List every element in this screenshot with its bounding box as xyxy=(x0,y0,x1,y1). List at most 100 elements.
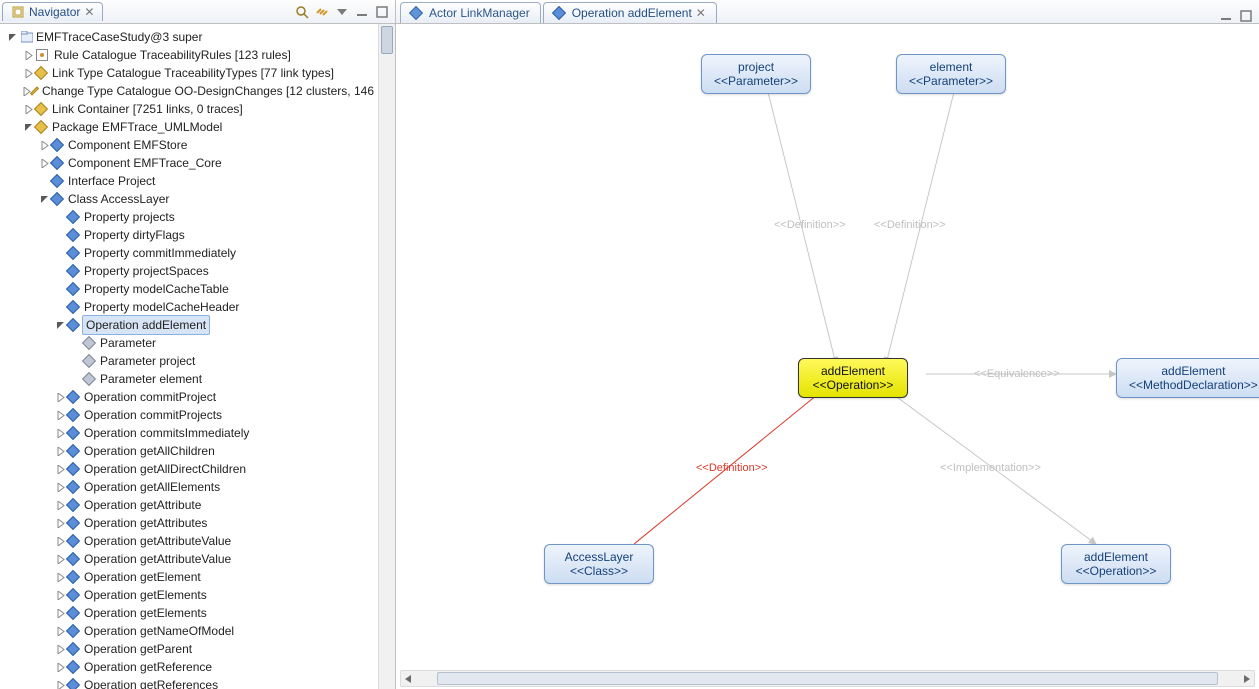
tree-twisty-open[interactable] xyxy=(54,319,66,331)
close-icon[interactable]: ✕ xyxy=(696,6,706,20)
tree-item[interactable]: Link Container [7251 links, 0 traces] xyxy=(2,100,376,118)
diamond-icon xyxy=(66,264,80,278)
tree-twisty-closed[interactable] xyxy=(54,427,66,439)
tree-twisty-closed[interactable] xyxy=(54,571,66,583)
zoom-icon[interactable] xyxy=(295,5,309,19)
tree-item-label: Operation getAllDirectChildren xyxy=(82,460,248,478)
tree-item[interactable]: Operation addElement xyxy=(2,316,376,334)
diamond-icon xyxy=(66,552,80,566)
tree-item[interactable]: Package EMFTrace_UMLModel xyxy=(2,118,376,136)
node-element-parameter[interactable]: element <<Parameter>> xyxy=(896,54,1006,94)
tree-twisty-closed[interactable] xyxy=(22,67,34,79)
tree-twisty-closed[interactable] xyxy=(54,481,66,493)
tree-item-label: Property dirtyFlags xyxy=(82,226,187,244)
tree-twisty-closed[interactable] xyxy=(54,409,66,421)
tree-twisty-open[interactable] xyxy=(38,193,50,205)
tree-item[interactable]: Property modelCacheTable xyxy=(2,280,376,298)
tree-twisty-closed[interactable] xyxy=(54,391,66,403)
tree-item[interactable]: Change Type Catalogue OO-DesignChanges [… xyxy=(2,82,376,100)
tree-item[interactable]: Operation getAttributeValue xyxy=(2,532,376,550)
minimize-icon[interactable] xyxy=(355,5,369,19)
scroll-left-button[interactable] xyxy=(401,671,417,686)
tree-item[interactable]: Link Type Catalogue TraceabilityTypes [7… xyxy=(2,64,376,82)
scrollbar-thumb[interactable] xyxy=(437,672,1218,685)
tree-twisty-closed[interactable] xyxy=(22,103,34,115)
tree-item[interactable]: Operation getElement xyxy=(2,568,376,586)
tree-item[interactable]: Operation getElements xyxy=(2,586,376,604)
tree-item[interactable]: Operation getReference xyxy=(2,658,376,676)
tree-item[interactable]: Property projects xyxy=(2,208,376,226)
tree-twisty-closed[interactable] xyxy=(54,445,66,457)
tree-item[interactable]: Operation commitsImmediately xyxy=(2,424,376,442)
edge-label-definition: <<Definition>> xyxy=(874,219,946,231)
navigator-icon xyxy=(11,5,25,19)
maximize-icon[interactable] xyxy=(1239,9,1253,23)
minimize-icon[interactable] xyxy=(1219,9,1233,23)
tree-twisty-closed[interactable] xyxy=(22,85,31,97)
tree-item-label: Operation getElements xyxy=(82,604,209,622)
maximize-icon[interactable] xyxy=(375,5,389,19)
tree-item[interactable]: Component EMFStore xyxy=(2,136,376,154)
navigator-vscrollbar[interactable] xyxy=(378,24,395,689)
tree-twisty-closed[interactable] xyxy=(54,517,66,529)
tab-actor-linkmanager[interactable]: Actor LinkManager xyxy=(400,2,541,23)
tree-item[interactable]: Parameter xyxy=(2,334,376,352)
node-addelement-operation-selected[interactable]: addElement <<Operation>> xyxy=(798,358,908,398)
tree-item[interactable]: Operation commitProjects xyxy=(2,406,376,424)
scroll-track[interactable] xyxy=(417,671,1238,686)
tree-item-label: Operation getNameOfModel xyxy=(82,622,236,640)
tree-item[interactable]: Operation commitProject xyxy=(2,388,376,406)
tree-twisty-closed[interactable] xyxy=(54,463,66,475)
navigator-tab[interactable]: Navigator ✕ xyxy=(2,2,103,21)
tree-twisty-closed[interactable] xyxy=(54,643,66,655)
tree-twisty-closed[interactable] xyxy=(38,139,50,151)
tree-item[interactable]: Component EMFTrace_Core xyxy=(2,154,376,172)
node-addelement-methoddeclaration[interactable]: addElement <<MethodDeclaration>> xyxy=(1116,358,1259,398)
tree-item[interactable]: Operation getNameOfModel xyxy=(2,622,376,640)
tree-twisty-closed[interactable] xyxy=(54,499,66,511)
node-addelement-operation[interactable]: addElement <<Operation>> xyxy=(1061,544,1171,584)
tree-twisty-closed[interactable] xyxy=(54,553,66,565)
view-menu-icon[interactable] xyxy=(335,5,349,19)
tree-twisty-closed[interactable] xyxy=(54,661,66,673)
scrollbar-thumb[interactable] xyxy=(381,26,393,54)
tree-item[interactable]: Parameter project xyxy=(2,352,376,370)
diagram-hscrollbar[interactable] xyxy=(400,670,1255,687)
tree-twisty-open[interactable] xyxy=(6,31,18,43)
diagram-canvas[interactable]: <<Definition>> <<Definition>> <<Equivale… xyxy=(396,24,1259,689)
tree-item[interactable]: Operation getAttributes xyxy=(2,514,376,532)
tree-item[interactable]: Operation getAllElements xyxy=(2,478,376,496)
tree-twisty-closed[interactable] xyxy=(54,589,66,601)
diamond-icon xyxy=(411,6,425,20)
node-project-parameter[interactable]: project <<Parameter>> xyxy=(701,54,811,94)
tree-item[interactable]: Operation getAllChildren xyxy=(2,442,376,460)
tree-item[interactable]: Operation getAttribute xyxy=(2,496,376,514)
tree-item[interactable]: Property commitImmediately xyxy=(2,244,376,262)
tree-item[interactable]: Property modelCacheHeader xyxy=(2,298,376,316)
tree-item[interactable]: Operation getParent xyxy=(2,640,376,658)
tree-item[interactable]: Rule Catalogue TraceabilityRules [123 ru… xyxy=(2,46,376,64)
tree-item[interactable]: EMFTraceCaseStudy@3 super xyxy=(2,28,376,46)
node-accesslayer-class[interactable]: AccessLayer <<Class>> xyxy=(544,544,654,584)
tree-item[interactable]: Operation getElements xyxy=(2,604,376,622)
tree-item[interactable]: Operation getAttributeValue xyxy=(2,550,376,568)
tree-twisty-closed[interactable] xyxy=(54,607,66,619)
tree-item[interactable]: Property projectSpaces xyxy=(2,262,376,280)
tree-item[interactable]: Operation getAllDirectChildren xyxy=(2,460,376,478)
close-icon[interactable]: ✕ xyxy=(84,5,94,19)
tree-twisty-open[interactable] xyxy=(22,121,34,133)
tree-item[interactable]: Parameter element xyxy=(2,370,376,388)
tree-twisty-closed[interactable] xyxy=(54,679,66,689)
tree-twisty-closed[interactable] xyxy=(22,49,34,61)
scroll-right-button[interactable] xyxy=(1238,671,1254,686)
tree-item[interactable]: Class AccessLayer xyxy=(2,190,376,208)
tree-item[interactable]: Property dirtyFlags xyxy=(2,226,376,244)
link-editor-icon[interactable] xyxy=(315,5,329,19)
tree-twisty-closed[interactable] xyxy=(38,157,50,169)
tree-item[interactable]: Operation getReferences xyxy=(2,676,376,689)
tab-operation-addelement[interactable]: Operation addElement ✕ xyxy=(543,2,717,23)
tree-twisty-closed[interactable] xyxy=(54,535,66,547)
tree-item[interactable]: Interface Project xyxy=(2,172,376,190)
navigator-tree[interactable]: EMFTraceCaseStudy@3 superRule Catalogue … xyxy=(0,24,378,689)
tree-twisty-closed[interactable] xyxy=(54,625,66,637)
